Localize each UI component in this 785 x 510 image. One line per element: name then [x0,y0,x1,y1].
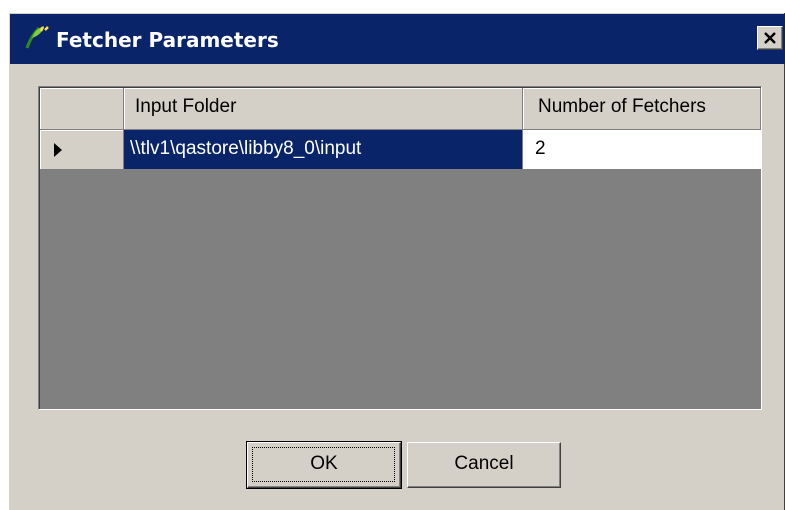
title-bar[interactable]: Fetcher Parameters [10,14,785,64]
row-header[interactable] [40,130,124,170]
cancel-button[interactable]: Cancel [407,442,561,488]
close-icon [764,32,776,44]
input-folder-cell[interactable]: \\tlv1\qastore\libby8_0\input [124,130,523,170]
cancel-button-label: Cancel [454,453,514,474]
column-header-number-of-fetchers[interactable]: Number of Fetchers [523,88,761,130]
close-button[interactable] [757,26,783,50]
number-of-fetchers-cell[interactable]: 2 [523,130,761,170]
current-row-arrow-icon [54,143,62,157]
focus-rectangle [252,447,395,482]
grid-corner-header[interactable] [40,88,124,130]
column-header-input-folder[interactable]: Input Folder [124,88,523,130]
parameters-grid[interactable]: Input Folder Number of Fetchers \\tlv1\q… [38,86,762,410]
app-leaf-icon [25,26,49,49]
window-title: Fetcher Parameters [56,28,279,52]
ok-button[interactable]: OK [246,441,402,489]
fetcher-parameters-dialog: Fetcher Parameters Input Folder Number o… [8,12,785,510]
